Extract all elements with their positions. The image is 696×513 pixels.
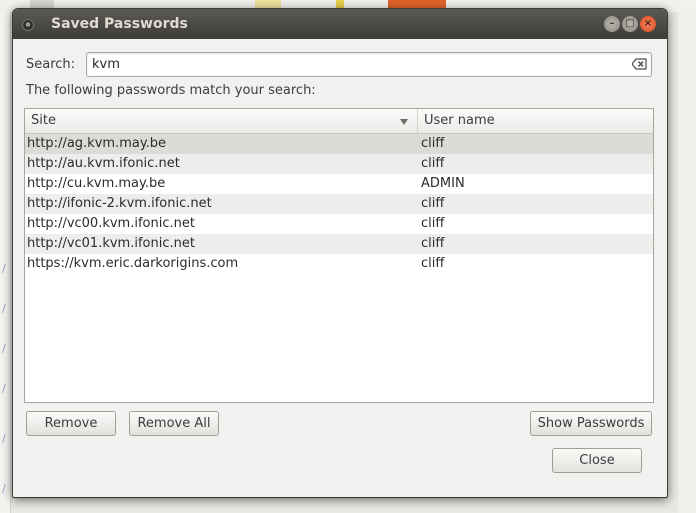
table-row[interactable]: http://ag.kvm.may.be cliff — [25, 134, 653, 154]
table-row[interactable]: http://vc00.kvm.ifonic.net cliff — [25, 214, 653, 234]
table-row[interactable]: http://au.kvm.ifonic.net cliff — [25, 154, 653, 174]
window-title: Saved Passwords — [51, 16, 188, 32]
site-cell: http://cu.kvm.may.be — [27, 176, 166, 191]
search-input[interactable] — [92, 55, 612, 73]
minimize-icon[interactable]: – — [604, 16, 620, 32]
window-menu-icon[interactable] — [22, 19, 34, 31]
saved-passwords-dialog: Saved Passwords – □ × Search: The follow… — [12, 8, 668, 498]
site-cell: https://kvm.eric.darkorigins.com — [27, 256, 239, 271]
remove-all-button[interactable]: Remove All — [129, 411, 219, 436]
column-header-username-label: User name — [424, 113, 495, 128]
column-header-site-label: Site — [31, 113, 56, 128]
search-label: Search: — [26, 57, 76, 72]
close-window-icon[interactable]: × — [640, 16, 656, 32]
match-description: The following passwords match your searc… — [26, 83, 316, 98]
username-cell: cliff — [421, 216, 445, 231]
username-cell: cliff — [421, 196, 445, 211]
username-cell: cliff — [421, 156, 445, 171]
title-bar[interactable]: Saved Passwords – □ × — [13, 9, 667, 39]
search-field[interactable] — [86, 52, 652, 77]
background-window-edge-right — [678, 12, 696, 513]
site-cell: http://vc01.kvm.ifonic.net — [27, 236, 195, 251]
username-cell: cliff — [421, 136, 445, 151]
clear-search-icon[interactable] — [632, 58, 647, 70]
site-cell: http://au.kvm.ifonic.net — [27, 156, 180, 171]
table-row[interactable]: http://cu.kvm.may.be ADMIN — [25, 174, 653, 194]
table-row[interactable]: https://kvm.eric.darkorigins.com cliff — [25, 254, 653, 274]
site-cell: http://ag.kvm.may.be — [27, 136, 167, 151]
table-row[interactable]: http://vc01.kvm.ifonic.net cliff — [25, 234, 653, 254]
maximize-icon[interactable]: □ — [622, 16, 638, 32]
site-cell: http://vc00.kvm.ifonic.net — [27, 216, 195, 231]
username-cell: cliff — [421, 236, 445, 251]
sort-descending-icon — [400, 119, 408, 125]
column-header-username[interactable]: User name — [418, 109, 653, 133]
close-button[interactable]: Close — [552, 448, 642, 473]
background-window-edge: / / / / / / — [0, 12, 11, 513]
table-header: Site User name — [25, 109, 653, 134]
column-header-site[interactable]: Site — [25, 109, 418, 133]
table-row[interactable]: http://ifonic-2.kvm.ifonic.net cliff — [25, 194, 653, 214]
site-cell: http://ifonic-2.kvm.ifonic.net — [27, 196, 212, 211]
show-passwords-button[interactable]: Show Passwords — [530, 411, 652, 436]
remove-button[interactable]: Remove — [26, 411, 116, 436]
passwords-table[interactable]: Site User name http://ag.kvm.may.be clif… — [24, 108, 654, 403]
username-cell: ADMIN — [421, 176, 465, 191]
username-cell: cliff — [421, 256, 445, 271]
